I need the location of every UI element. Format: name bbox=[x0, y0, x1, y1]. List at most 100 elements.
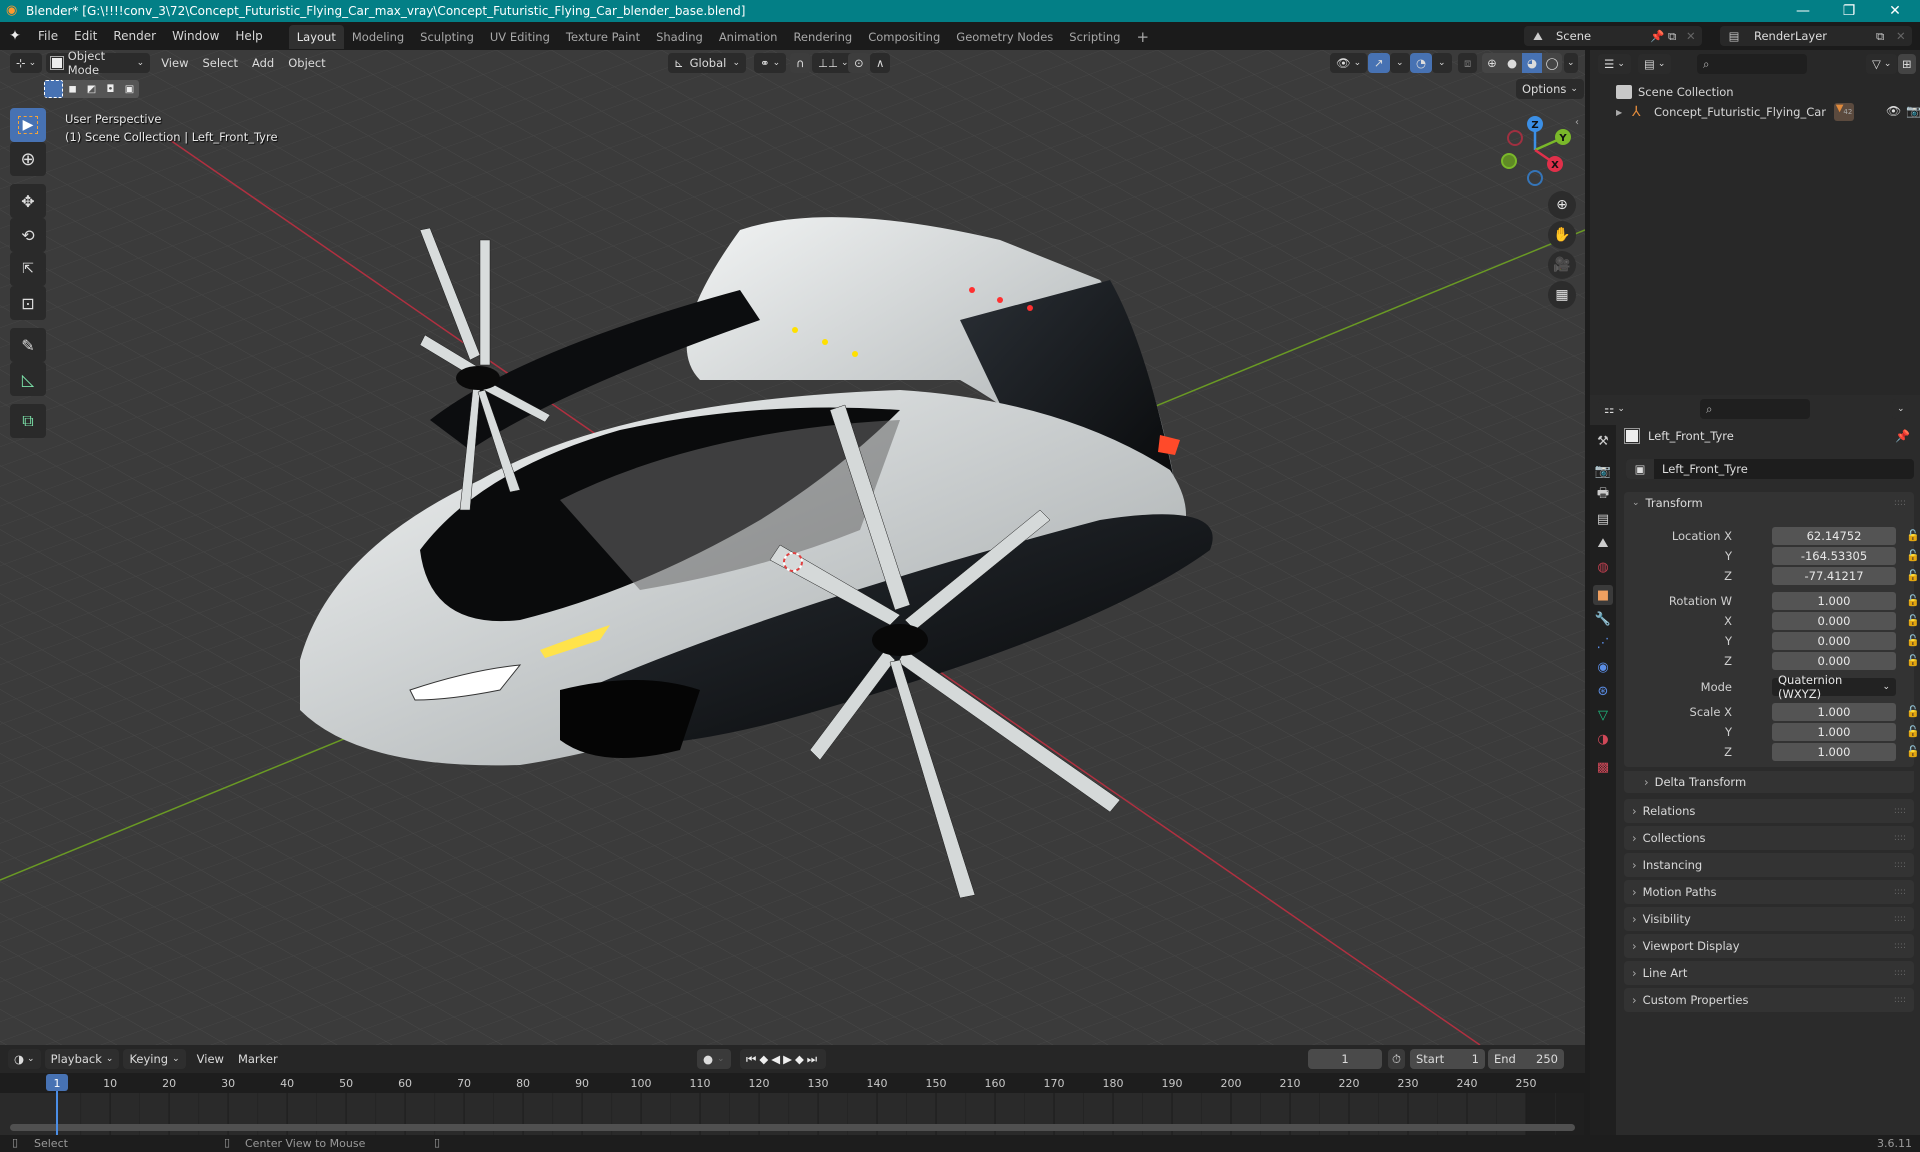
solid-shading-icon[interactable]: ● bbox=[1502, 56, 1522, 70]
lock-icon[interactable]: 🔓 bbox=[1906, 654, 1920, 667]
close-button[interactable]: ✕ bbox=[1872, 0, 1918, 22]
tool-rotate[interactable]: ⟲ bbox=[10, 218, 46, 252]
lock-icon[interactable]: 🔓 bbox=[1906, 614, 1920, 627]
view-layer-name[interactable]: RenderLayer bbox=[1748, 29, 1876, 43]
menu-object[interactable]: Object bbox=[281, 56, 332, 70]
rendered-shading-icon[interactable]: ◯ bbox=[1542, 56, 1562, 70]
pin-icon[interactable]: 📌 bbox=[1895, 429, 1910, 443]
tab-layout[interactable]: Layout bbox=[288, 25, 344, 49]
blender-menu-icon[interactable]: ✦ bbox=[0, 28, 30, 44]
location-y-field[interactable]: -164.53305 bbox=[1772, 547, 1896, 565]
outliner-filter-button[interactable]: ▽ ⌄ bbox=[1866, 54, 1898, 74]
mesh-data-tab-icon[interactable]: ▽ bbox=[1593, 705, 1613, 725]
drag-handle-icon[interactable]: :::: bbox=[1894, 968, 1906, 978]
prev-keyframe-icon[interactable]: ◆ bbox=[759, 1052, 771, 1066]
view-layer-tab-icon[interactable]: ▤ bbox=[1593, 509, 1613, 529]
select-invert-icon[interactable]: ◘ bbox=[101, 80, 120, 98]
scale-y-field[interactable]: 1.000 bbox=[1772, 723, 1896, 741]
timeline-marker-menu[interactable]: Marker bbox=[231, 1052, 285, 1066]
outliner-layer-selector[interactable]: ▤ ⌄ bbox=[1638, 54, 1672, 74]
options-dropdown[interactable]: Options ⌄ bbox=[1516, 79, 1584, 99]
menu-edit[interactable]: Edit bbox=[66, 22, 105, 50]
overlays-toggle[interactable]: ◔ bbox=[1410, 53, 1433, 73]
delete-scene-icon[interactable]: ✕ bbox=[1686, 29, 1702, 43]
location-z-field[interactable]: -77.41217 bbox=[1772, 567, 1896, 585]
rotation-mode-dropdown[interactable]: Quaternion (WXYZ) ⌄ bbox=[1772, 673, 1896, 701]
expand-arrow-icon[interactable]: ▶ bbox=[1616, 108, 1632, 117]
rotation-x-field[interactable]: 0.000 bbox=[1772, 612, 1896, 630]
view-layer-selector[interactable]: ▤ RenderLayer ⧉ ✕ bbox=[1720, 26, 1912, 46]
properties-search-input[interactable]: ⌕ bbox=[1700, 399, 1810, 419]
object-type-icon[interactable]: ▣ bbox=[1626, 459, 1654, 479]
neg-x-axis-icon[interactable] bbox=[1507, 130, 1523, 146]
lock-icon[interactable]: 🔓 bbox=[1906, 634, 1920, 647]
start-frame-field[interactable]: Start 1 bbox=[1410, 1049, 1485, 1069]
panel-motion-paths[interactable]: › Motion Paths:::: bbox=[1624, 880, 1914, 904]
tab-modeling[interactable]: Modeling bbox=[344, 25, 412, 49]
neg-z-axis-icon[interactable] bbox=[1527, 170, 1543, 186]
outliner-search-input[interactable]: ⌕ bbox=[1697, 54, 1807, 74]
tool-cursor[interactable]: ⊕ bbox=[10, 142, 46, 176]
menu-view[interactable]: View bbox=[154, 56, 195, 70]
mesh-children-badge[interactable]: ▼42 bbox=[1834, 103, 1854, 121]
scene-collection-row[interactable]: Scene Collection bbox=[1616, 82, 1734, 102]
tool-measure[interactable]: ◺ bbox=[10, 362, 46, 396]
tab-uv-editing[interactable]: UV Editing bbox=[482, 25, 558, 49]
lock-icon[interactable]: 🔓 bbox=[1906, 529, 1920, 542]
tab-scripting[interactable]: Scripting bbox=[1061, 25, 1128, 49]
pivot-point-button[interactable]: ⚭ ⌄ bbox=[754, 53, 787, 73]
transform-orientation-selector[interactable]: ⊾ Global ⌄ bbox=[668, 53, 746, 73]
sidebar-toggle-icon[interactable]: ‹ bbox=[1575, 117, 1579, 128]
pan-view-button[interactable]: ✋ bbox=[1548, 221, 1576, 249]
particles-tab-icon[interactable]: ⋰ bbox=[1593, 633, 1613, 653]
new-scene-icon[interactable]: ⧉ bbox=[1668, 29, 1686, 44]
lock-icon[interactable]: 🔓 bbox=[1906, 705, 1920, 718]
modifier-wrench-icon[interactable]: 🔧 bbox=[1593, 609, 1613, 629]
current-frame-field[interactable]: 1 bbox=[1308, 1049, 1382, 1069]
select-new-icon[interactable] bbox=[44, 80, 63, 98]
lock-icon[interactable]: 🔓 bbox=[1906, 594, 1920, 607]
tab-sculpting[interactable]: Sculpting bbox=[412, 25, 482, 49]
lock-icon[interactable]: 🔓 bbox=[1906, 725, 1920, 738]
minimize-button[interactable]: — bbox=[1780, 0, 1826, 22]
ortho-toggle-button[interactable]: ▦ bbox=[1548, 281, 1576, 309]
tab-shading[interactable]: Shading bbox=[648, 25, 711, 49]
tab-geometry-nodes[interactable]: Geometry Nodes bbox=[948, 25, 1061, 49]
constraints-tab-icon[interactable]: ⊛ bbox=[1593, 681, 1613, 701]
neg-y-axis-icon[interactable] bbox=[1501, 153, 1517, 169]
play-reverse-icon[interactable]: ◀ bbox=[771, 1052, 783, 1066]
tab-rendering[interactable]: Rendering bbox=[785, 25, 860, 49]
tool-add-cube[interactable]: ⧉ bbox=[10, 404, 46, 438]
eye-visibility-icon[interactable]: 👁 bbox=[1886, 104, 1901, 118]
menu-help[interactable]: Help bbox=[227, 22, 270, 50]
gizmo-toggle[interactable]: ↗ bbox=[1368, 53, 1390, 73]
xray-toggle[interactable]: ⧈ bbox=[1458, 53, 1478, 73]
maximize-button[interactable]: ❐ bbox=[1826, 0, 1872, 22]
location-x-field[interactable]: 62.14752 bbox=[1772, 527, 1896, 545]
delta-transform-subpanel[interactable]: › Delta Transform bbox=[1624, 771, 1914, 793]
panel-custom-properties[interactable]: › Custom Properties:::: bbox=[1624, 988, 1914, 1012]
preview-range-toggle[interactable]: ⏱ bbox=[1388, 1049, 1405, 1069]
output-tab-icon[interactable]: 🖶 bbox=[1593, 485, 1613, 505]
tab-animation[interactable]: Animation bbox=[711, 25, 786, 49]
playback-menu[interactable]: Playback ⌄ bbox=[44, 1049, 120, 1069]
tool-annotate[interactable]: ✎ bbox=[10, 328, 46, 362]
outliner-display-mode[interactable]: ☰ ⌄ bbox=[1598, 54, 1631, 74]
outliner-item[interactable]: ▶ ⅄ Concept_Futuristic_Flying_Car ▼42 👁 … bbox=[1616, 102, 1920, 122]
panel-line-art[interactable]: › Line Art:::: bbox=[1624, 961, 1914, 985]
select-subtract-icon[interactable]: ◩ bbox=[82, 80, 101, 98]
lock-icon[interactable]: 🔓 bbox=[1906, 549, 1920, 562]
timeline-frames-area[interactable]: 10 20 30 40 50 60 70 80 90 100 110 120 130 140 150 160 1… bbox=[0, 1073, 1585, 1135]
scale-z-field[interactable]: 1.000 bbox=[1772, 743, 1896, 761]
jump-start-icon[interactable]: ⏮ bbox=[746, 1052, 759, 1067]
delete-view-layer-icon[interactable]: ✕ bbox=[1896, 29, 1912, 43]
drag-handle-icon[interactable]: :::: bbox=[1894, 833, 1906, 843]
visibility-selector[interactable]: 👁 ⌄ bbox=[1330, 53, 1368, 73]
rotation-y-field[interactable]: 0.000 bbox=[1772, 632, 1896, 650]
lock-icon[interactable]: 🔓 bbox=[1906, 569, 1920, 582]
tool-select-box[interactable]: ▶ bbox=[10, 108, 46, 142]
world-tab-icon[interactable]: ◍ bbox=[1593, 557, 1613, 577]
play-icon[interactable]: ▶ bbox=[783, 1052, 795, 1066]
new-collection-button[interactable]: ⊞ bbox=[1898, 54, 1916, 74]
snap-toggle[interactable]: ∩ bbox=[790, 53, 811, 73]
